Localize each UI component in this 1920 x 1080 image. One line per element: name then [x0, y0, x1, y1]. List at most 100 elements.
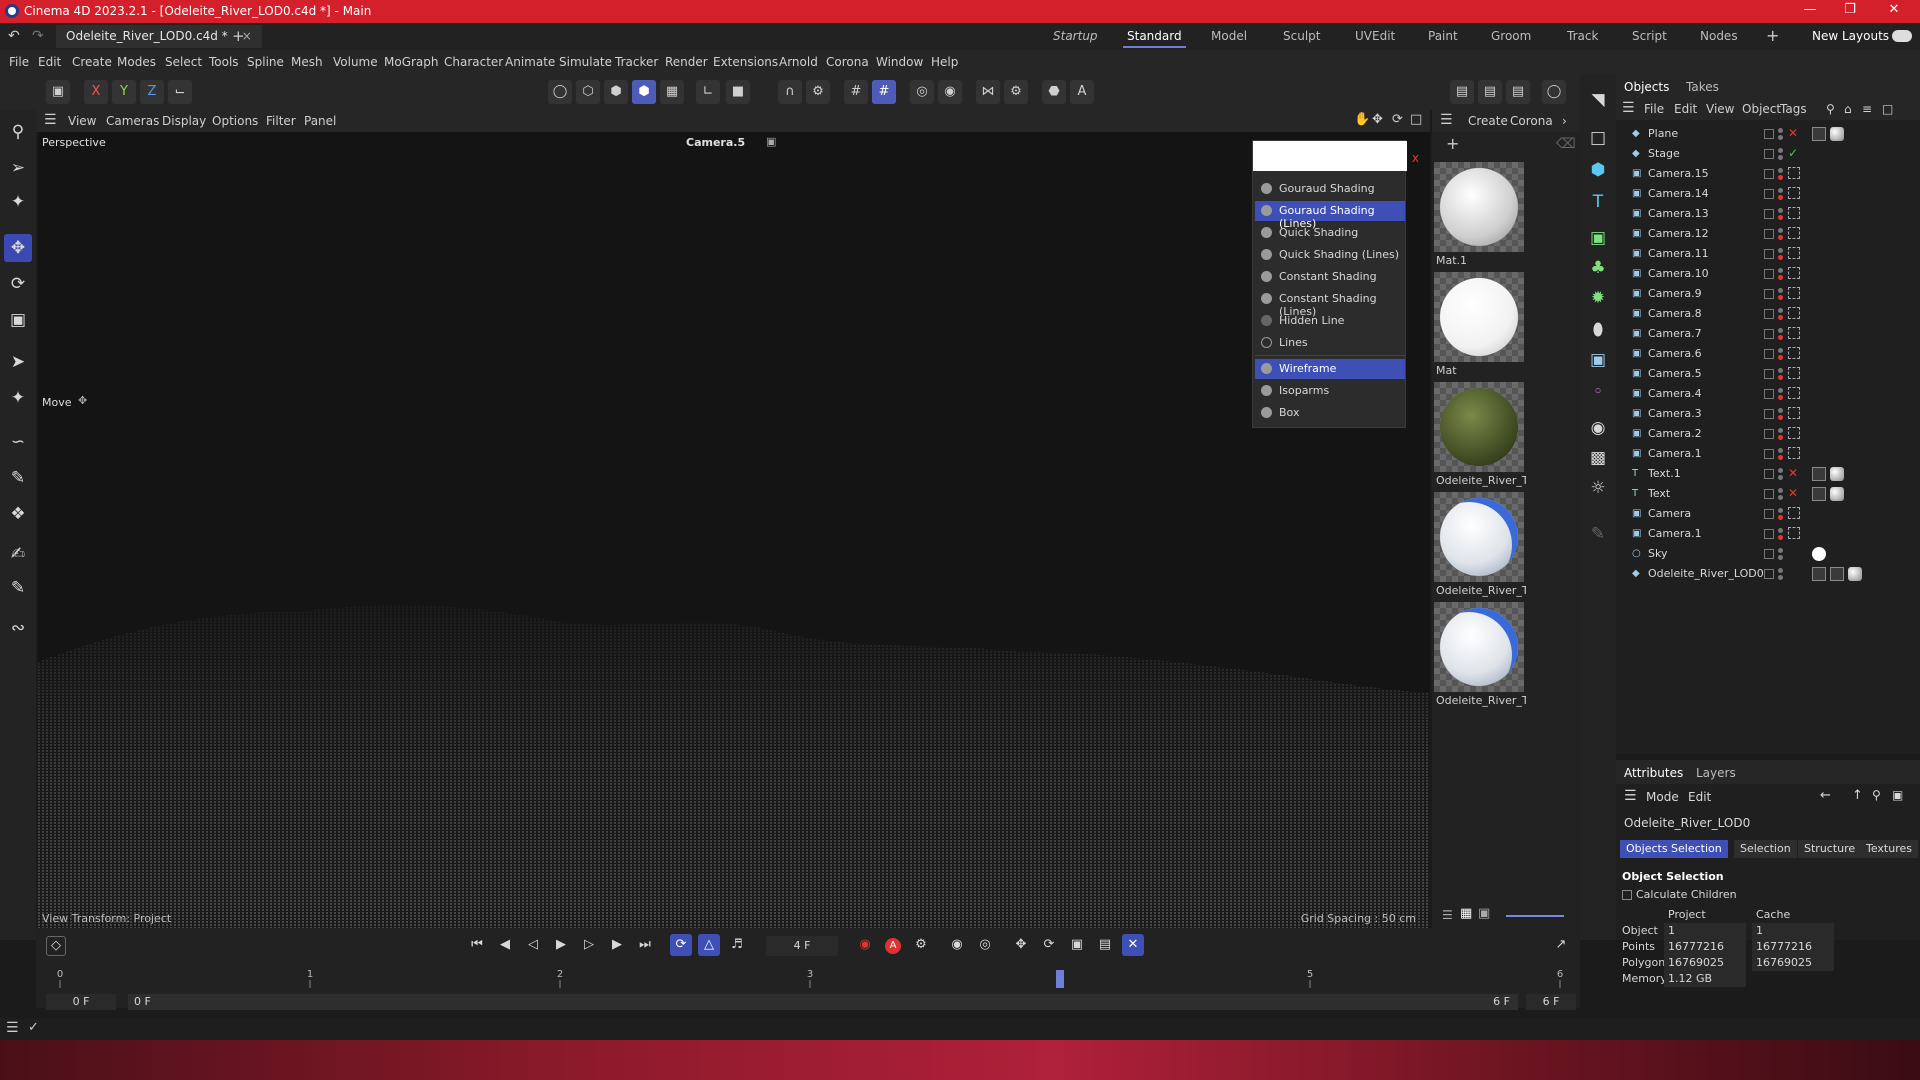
rotate-key-icon[interactable]: ⟳ — [1038, 934, 1060, 956]
visibility-editor-dot[interactable] — [1778, 348, 1783, 353]
material-hamburger-icon[interactable]: ☰ — [1440, 112, 1453, 128]
twist-tool-icon[interactable]: ∾ — [4, 614, 32, 642]
object-name[interactable]: Camera.3 — [1648, 407, 1702, 420]
visibility-render-dot[interactable] — [1778, 175, 1783, 180]
viewport-menu-view[interactable]: View — [68, 114, 96, 128]
layer-checkbox[interactable] — [1764, 549, 1774, 559]
prev-frame-icon[interactable]: ◁ — [522, 934, 544, 956]
camera-tag-icon[interactable] — [1788, 187, 1800, 199]
object-row[interactable]: ▣ Camera.12 — [1616, 224, 1920, 244]
go-to-end-icon[interactable]: ⏭ — [634, 934, 656, 956]
viewport-hamburger-icon[interactable]: ☰ — [44, 112, 57, 128]
texture-mode-icon[interactable]: ▦ — [660, 80, 684, 104]
loop-icon[interactable]: ⟳ — [670, 934, 692, 956]
visibility-render-dot[interactable] — [1778, 575, 1783, 580]
layer-checkbox[interactable] — [1764, 249, 1774, 259]
menu-edit[interactable]: Edit — [38, 55, 61, 69]
menu-spline[interactable]: Spline — [247, 55, 284, 69]
object-name[interactable]: Camera.2 — [1648, 427, 1702, 440]
layer-checkbox[interactable] — [1764, 129, 1774, 139]
large-view-icon[interactable]: ▣ — [1478, 906, 1490, 921]
object-row[interactable]: ▣ Camera.5 — [1616, 364, 1920, 384]
attributes-hamburger-icon[interactable]: ☰ — [1624, 788, 1637, 804]
delete-material-icon[interactable]: ⌫ — [1556, 136, 1576, 152]
timeline-playhead[interactable] — [1056, 970, 1064, 988]
menu-render[interactable]: Render — [665, 55, 708, 69]
visibility-editor-dot[interactable] — [1778, 408, 1783, 413]
add-material-icon[interactable]: + — [1446, 134, 1459, 153]
3d-viewport[interactable]: Perspective Camera.5 ▣ Move ✥ View Trans… — [38, 132, 1430, 928]
tab-layers[interactable]: Layers — [1696, 766, 1736, 780]
new-window-icon[interactable]: □ — [1882, 102, 1893, 116]
render-settings-icon[interactable]: ◉ — [938, 80, 962, 104]
object-row[interactable]: ▣ Camera.14 — [1616, 184, 1920, 204]
visibility-editor-dot[interactable] — [1778, 328, 1783, 333]
menu-select[interactable]: Select — [165, 55, 202, 69]
object-row[interactable]: ▣ Camera.1 — [1616, 524, 1920, 544]
select-tool-icon[interactable]: ➢ — [4, 154, 32, 182]
transform-tool-icon[interactable]: ➤ — [4, 348, 32, 376]
camera-tag-icon[interactable] — [1788, 287, 1800, 299]
maximize-view-icon[interactable]: □ — [1410, 112, 1422, 127]
generator-icon[interactable]: ◦ — [1584, 378, 1612, 406]
camera-tag-icon[interactable] — [1788, 527, 1800, 539]
render-view-icon[interactable]: ▤ — [1478, 80, 1502, 104]
render-region-icon[interactable]: ◎ — [910, 80, 934, 104]
object-row[interactable]: ▣ Camera.10 — [1616, 264, 1920, 284]
material-thumb-river-1[interactable] — [1434, 382, 1524, 472]
visibility-editor-dot[interactable] — [1778, 128, 1783, 133]
filter-icon[interactable]: ≡ — [1862, 102, 1872, 116]
visibility-editor-dot[interactable] — [1778, 488, 1783, 493]
lock-z-axis-button[interactable]: Z — [140, 80, 164, 104]
layer-checkbox[interactable] — [1764, 209, 1774, 219]
material-thumb-mat[interactable] — [1434, 272, 1524, 362]
deformer-icon[interactable]: ⬮ — [1584, 316, 1612, 344]
object-row[interactable]: T Text.1 ✕ — [1616, 464, 1920, 484]
field-icon[interactable]: ▣ — [1584, 346, 1612, 374]
visibility-editor-dot[interactable] — [1778, 468, 1783, 473]
visibility-render-dot[interactable] — [1778, 555, 1783, 560]
workplane-snap-icon[interactable]: # — [872, 80, 896, 104]
display-isoparms[interactable]: Isoparms — [1255, 381, 1405, 401]
objects-menu-edit[interactable]: Edit — [1674, 102, 1697, 116]
play-icon[interactable]: ▶ — [550, 934, 572, 956]
environment-icon[interactable]: ◉ — [1584, 414, 1612, 442]
menu-mesh[interactable]: Mesh — [291, 55, 323, 69]
disabled-x-icon[interactable]: ✕ — [1788, 126, 1798, 140]
visibility-render-dot[interactable] — [1778, 515, 1783, 520]
object-row[interactable]: ▣ Camera.6 — [1616, 344, 1920, 364]
layout-nodes[interactable]: Nodes — [1700, 29, 1738, 43]
object-name[interactable]: Text — [1648, 487, 1670, 500]
layout-uvedit[interactable]: UVEdit — [1355, 29, 1395, 43]
visibility-editor-dot[interactable] — [1778, 168, 1783, 173]
layout-track[interactable]: Track — [1567, 29, 1598, 43]
sound-icon[interactable]: ♬ — [726, 934, 748, 956]
menu-tools[interactable]: Tools — [209, 55, 239, 69]
object-row[interactable]: ▣ Camera.2 — [1616, 424, 1920, 444]
cube-icon[interactable]: ⬢ — [1584, 156, 1612, 184]
preview-range-icon[interactable]: △ — [698, 934, 720, 956]
layer-checkbox[interactable] — [1764, 289, 1774, 299]
text-tool-icon[interactable]: T — [1584, 188, 1612, 216]
record-icon[interactable]: ◉ — [854, 934, 876, 956]
attr-tab-objects-selection[interactable]: Objects Selection — [1620, 840, 1728, 858]
object-row[interactable]: ▣ Camera.7 — [1616, 324, 1920, 344]
object-name[interactable]: Plane — [1648, 127, 1678, 140]
object-name[interactable]: Camera.12 — [1648, 227, 1709, 240]
layer-checkbox[interactable] — [1764, 169, 1774, 179]
uv-tag-icon[interactable] — [1812, 467, 1826, 481]
objects-hamburger-icon[interactable]: ☰ — [1622, 100, 1635, 116]
menu-tracker[interactable]: Tracker — [615, 55, 658, 69]
display-wireframe[interactable]: Wireframe — [1255, 359, 1405, 379]
snap-tool-icon[interactable]: ✦ — [4, 384, 32, 412]
attr-tab-textures[interactable]: Textures — [1860, 840, 1918, 858]
visibility-editor-dot[interactable] — [1778, 528, 1783, 533]
visibility-render-dot[interactable] — [1778, 255, 1783, 260]
object-row[interactable]: ▣ Camera.8 — [1616, 304, 1920, 324]
visibility-render-dot[interactable] — [1778, 415, 1783, 420]
layer-checkbox[interactable] — [1764, 369, 1774, 379]
list-view-icon[interactable]: ☰ — [1442, 908, 1453, 922]
camera-tag-icon[interactable] — [1788, 307, 1800, 319]
visibility-render-dot[interactable] — [1778, 435, 1783, 440]
visibility-render-dot[interactable] — [1778, 295, 1783, 300]
